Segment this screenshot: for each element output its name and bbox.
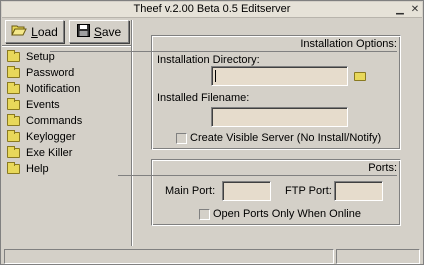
sidebar-item-label: Notification	[26, 83, 81, 95]
sidebar-item-notification[interactable]: Notification	[7, 81, 127, 97]
folder-icon	[7, 98, 20, 110]
sidebar-item-label: Events	[26, 99, 60, 111]
status-pane-secondary	[336, 249, 420, 264]
folder-icon	[7, 146, 20, 158]
installed-filename-label: Installed Filename:	[157, 92, 250, 104]
ftp-port-label: FTP Port:	[285, 185, 332, 197]
main-port-label: Main Port:	[165, 185, 216, 197]
minimize-button[interactable]: ▁	[394, 4, 406, 16]
main-window: Theef v.2.00 Beta 0.5 Editserver ▁ ✕ Loa…	[0, 0, 424, 265]
open-ports-online-label: Open Ports Only When Online	[213, 208, 361, 220]
sidebar-item-keylogger[interactable]: Keylogger	[7, 129, 127, 145]
ports-title: Ports:	[120, 162, 397, 176]
installation-options-group: Installation Options: Installation Direc…	[51, 35, 401, 150]
open-ports-online-checkbox[interactable]	[199, 209, 210, 220]
load-accel: L	[31, 24, 38, 39]
load-button[interactable]: Load	[5, 20, 64, 43]
sidebar-divider	[131, 20, 133, 246]
sidebar-item-help[interactable]: Help	[7, 161, 127, 177]
sidebar-item-exe-killer[interactable]: Exe Killer	[7, 145, 127, 161]
installed-filename-input[interactable]	[211, 107, 348, 127]
installation-directory-label: Installation Directory:	[157, 54, 260, 66]
create-visible-server-checkbox[interactable]	[176, 133, 187, 144]
sidebar-item-commands[interactable]: Commands	[7, 113, 127, 129]
folder-icon	[7, 50, 20, 62]
status-pane-main	[4, 249, 334, 264]
save-label: ave	[101, 24, 122, 39]
status-bar	[2, 247, 422, 264]
browse-folder-icon[interactable]	[354, 72, 366, 81]
load-label: oad	[37, 24, 58, 39]
main-port-input[interactable]	[222, 181, 271, 201]
folder-icon	[7, 162, 20, 174]
sidebar-item-label: Setup	[26, 51, 55, 63]
close-button[interactable]: ✕	[409, 4, 421, 16]
ftp-port-input[interactable]	[334, 181, 383, 201]
sidebar-nav: Setup Password Notification Events Comma…	[7, 49, 127, 177]
title-bar[interactable]: Theef v.2.00 Beta 0.5 Editserver ▁ ✕	[2, 2, 422, 18]
create-visible-server-label: Create Visible Server (No Install/Notify…	[190, 132, 382, 144]
save-button[interactable]: Save	[69, 20, 129, 43]
floppy-disk-icon	[76, 23, 90, 40]
sidebar-item-label: Commands	[26, 115, 83, 127]
folder-icon	[7, 130, 20, 142]
installation-options-title: Installation Options:	[51, 38, 397, 52]
sidebar-item-label: Password	[26, 67, 75, 79]
folder-icon	[7, 66, 20, 78]
ports-group: Ports: Main Port: FTP Port: Open Ports O…	[120, 159, 401, 226]
window-title: Theef v.2.00 Beta 0.5 Editserver	[133, 3, 291, 15]
toolbar-divider	[2, 45, 131, 47]
text-caret	[215, 70, 216, 83]
folder-icon	[7, 114, 20, 126]
installation-directory-input[interactable]	[211, 66, 348, 86]
sidebar-item-label: Help	[26, 163, 49, 175]
folder-icon	[7, 82, 20, 94]
sidebar-item-password[interactable]: Password	[7, 65, 127, 81]
sidebar-item-label: Exe Killer	[26, 147, 73, 159]
sidebar-item-label: Keylogger	[26, 131, 76, 143]
save-accel: S	[93, 24, 102, 39]
folder-open-icon	[11, 24, 27, 40]
sidebar-item-events[interactable]: Events	[7, 97, 127, 113]
